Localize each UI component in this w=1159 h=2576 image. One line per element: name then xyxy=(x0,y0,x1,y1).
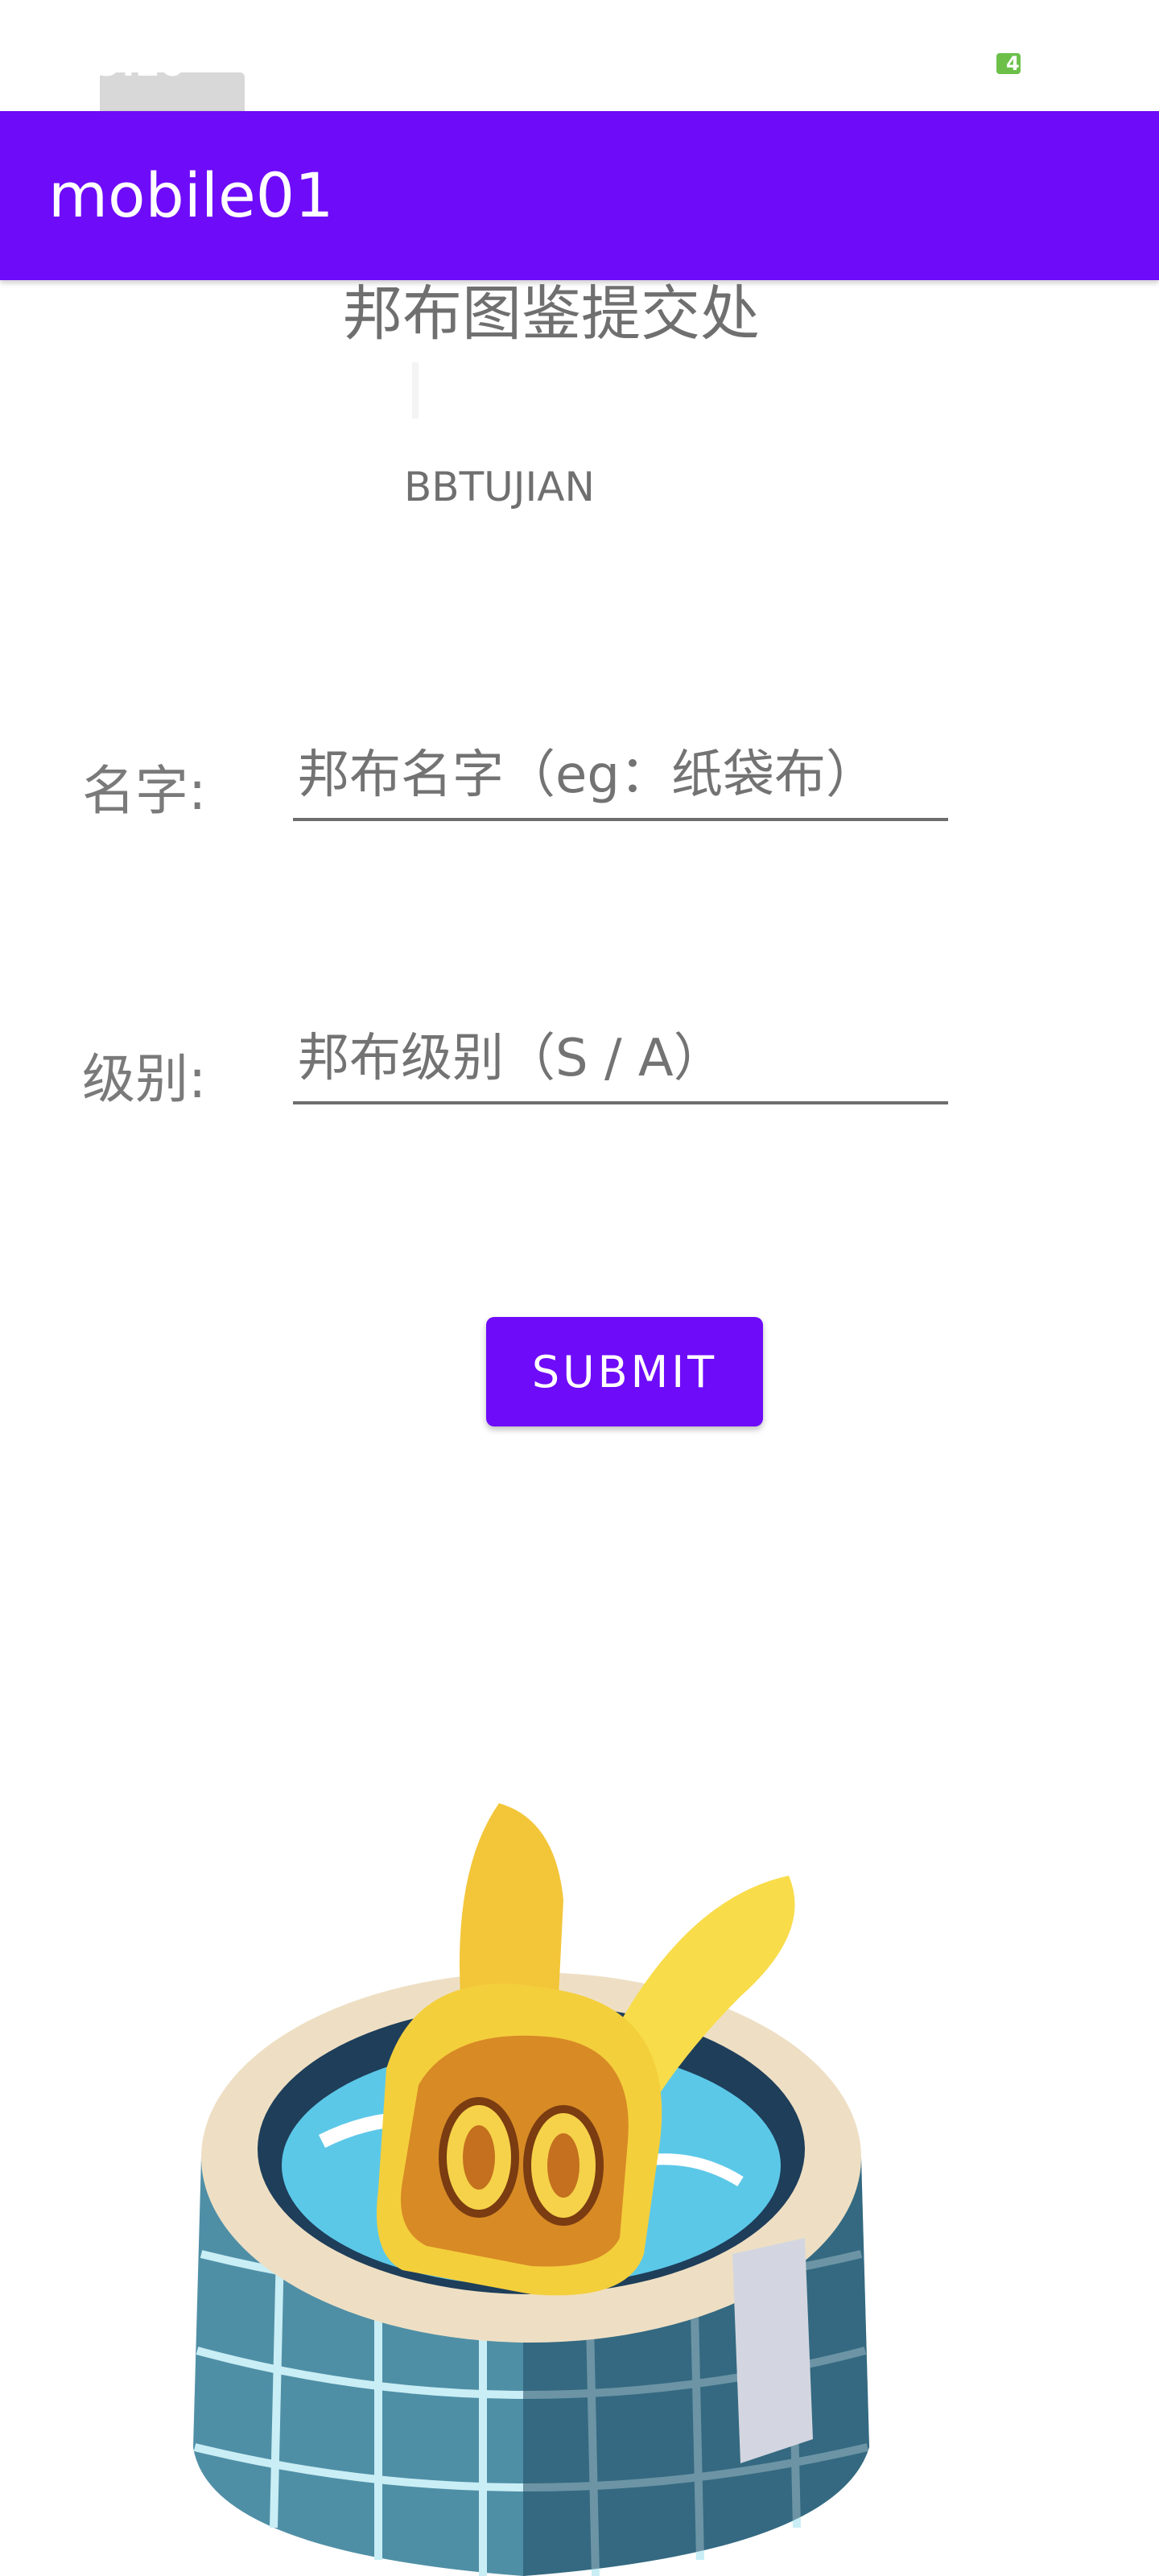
app-bar: mobile01 xyxy=(0,111,1159,280)
status-time: 9:20 xyxy=(97,48,185,80)
bangboo-hot-tub-image xyxy=(193,1803,869,2576)
status-bar: 9:20 4 xyxy=(0,0,1159,118)
battery-level: 4 xyxy=(1006,52,1020,75)
name-input[interactable] xyxy=(293,733,948,821)
app-title: mobile01 xyxy=(48,159,334,231)
level-label: 级别: xyxy=(82,1048,207,1110)
submit-button[interactable]: SUBMIT xyxy=(486,1317,763,1426)
page-subheading: BBTUJIAN xyxy=(404,464,595,510)
level-input[interactable] xyxy=(293,1016,948,1104)
page-heading: 邦布图鉴提交处 xyxy=(343,279,760,349)
name-label: 名字: xyxy=(82,760,207,822)
faint-divider xyxy=(412,362,419,419)
